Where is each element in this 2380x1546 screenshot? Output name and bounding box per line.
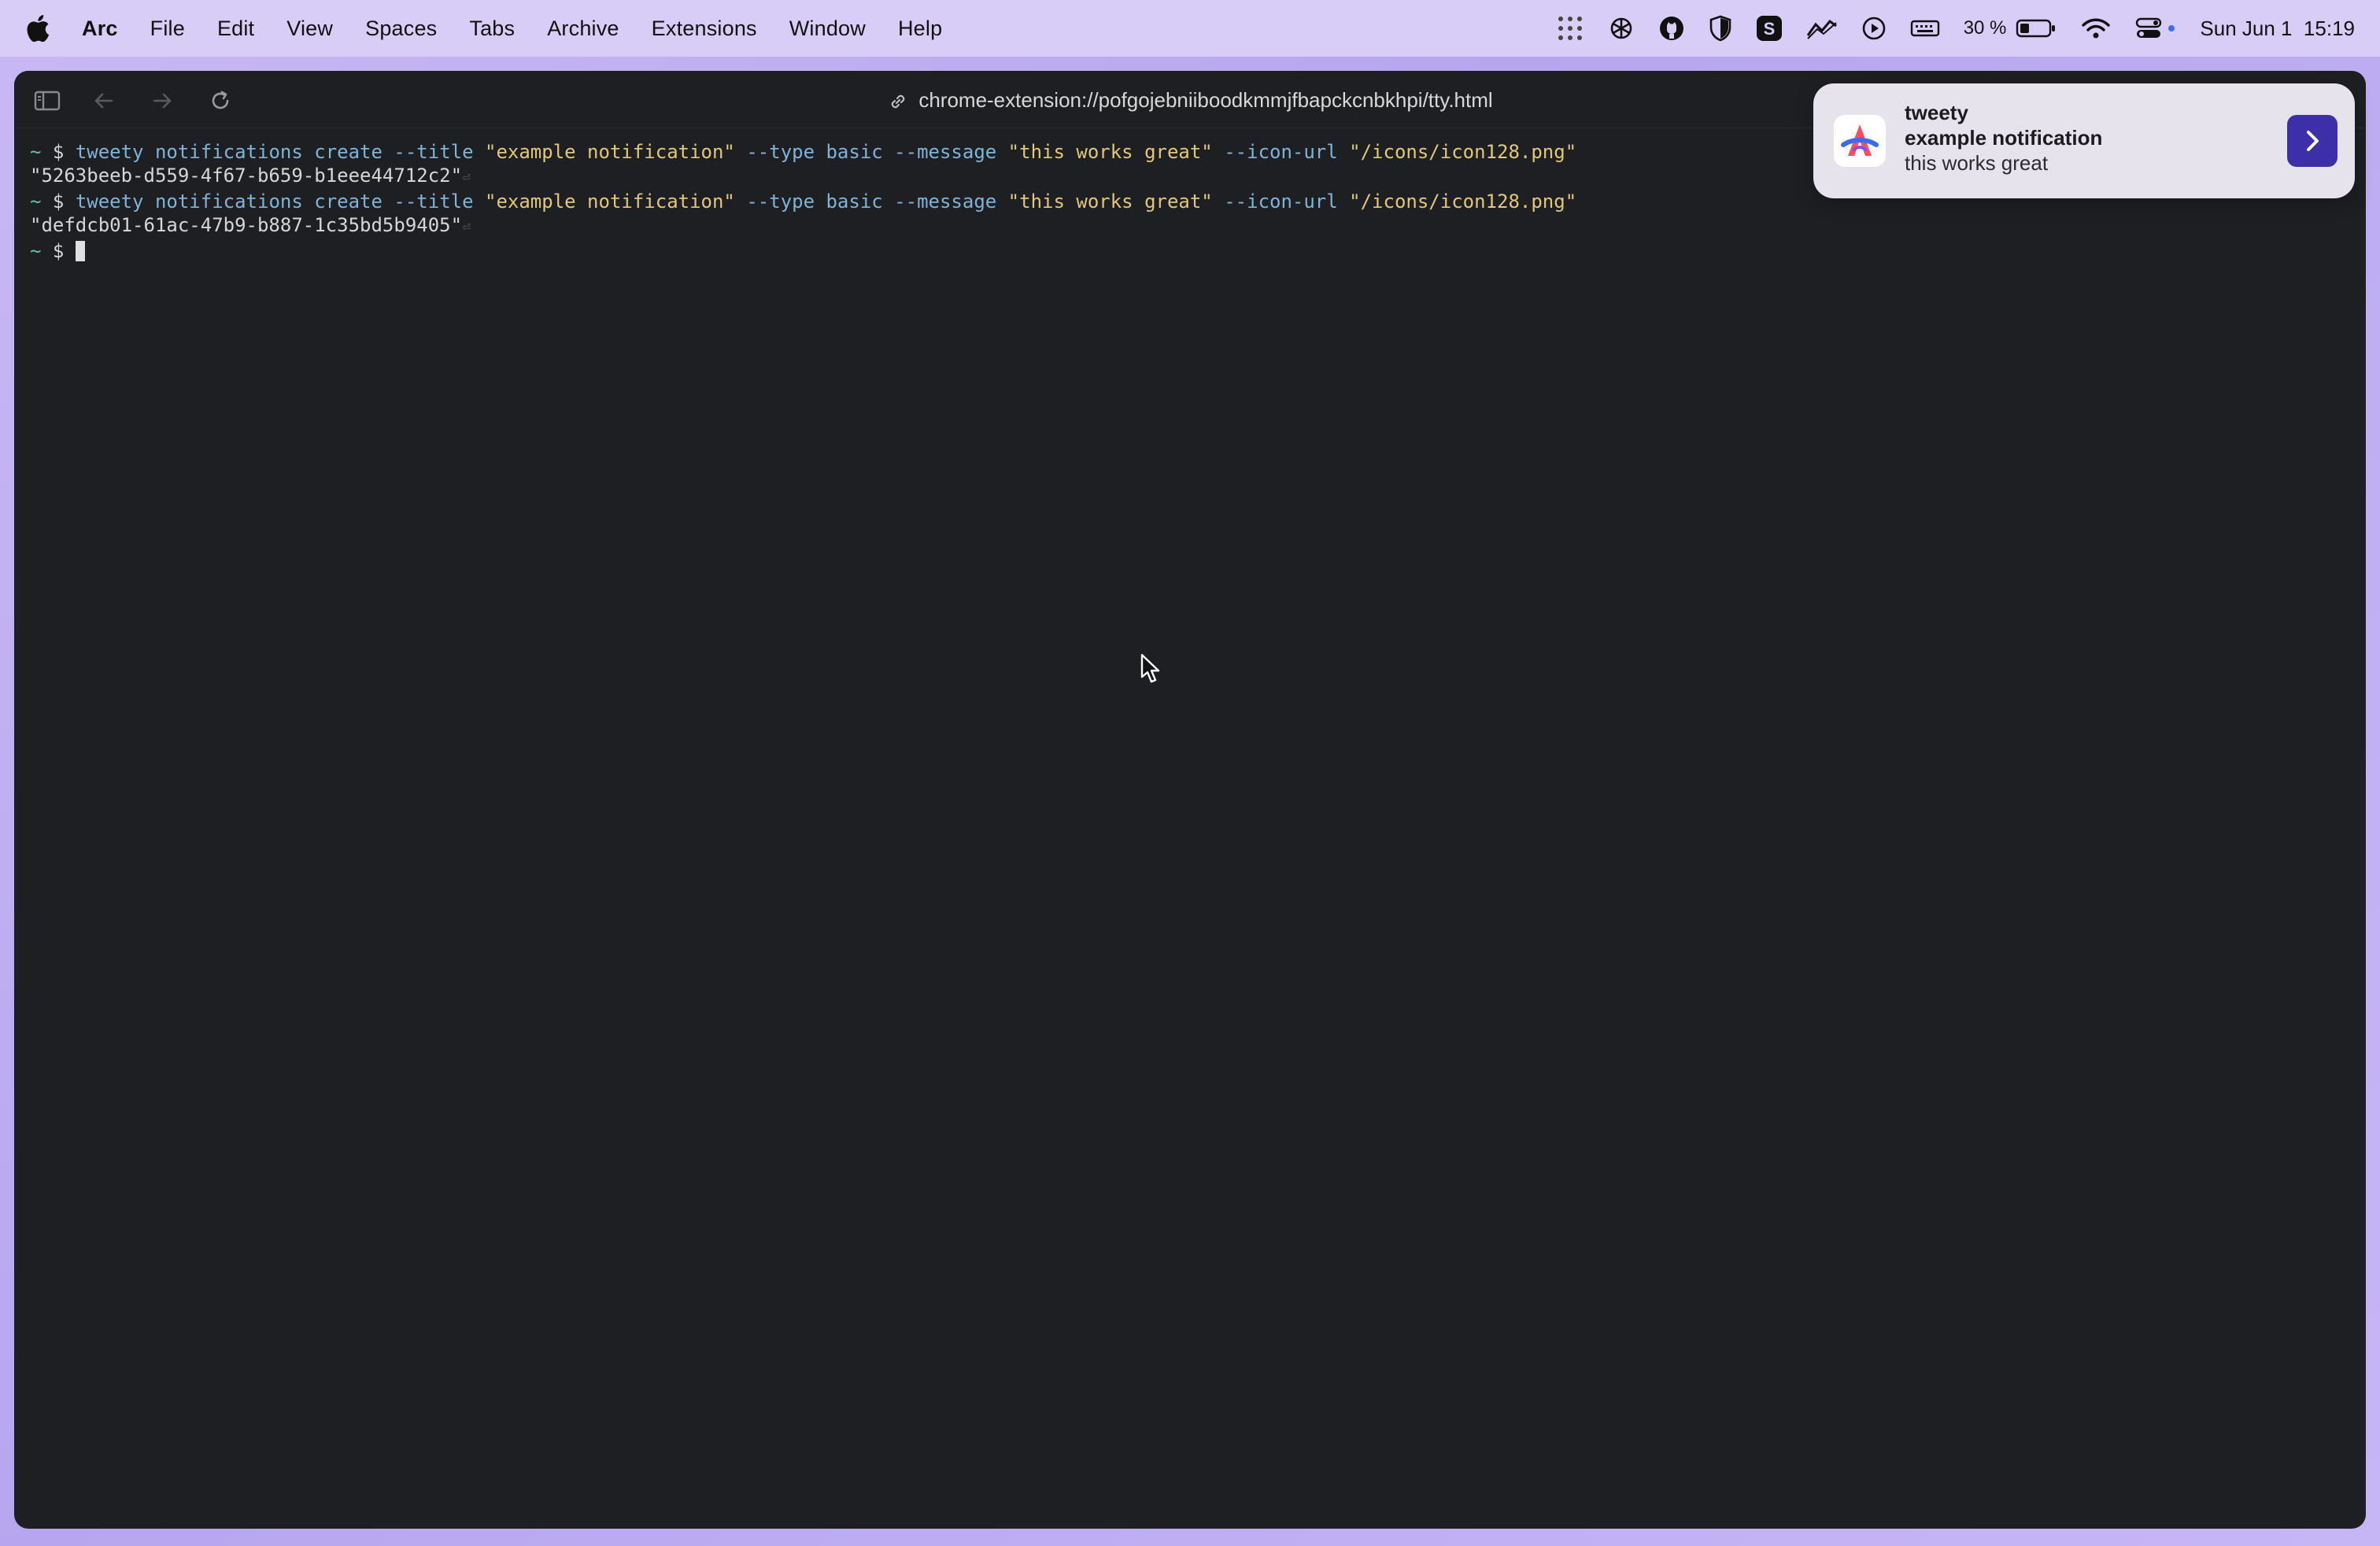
arg-string: "this works great" (1007, 141, 1213, 163)
notification-app-name: tweety (1905, 101, 1968, 124)
arg-string: "/icons/icon128.png" (1349, 141, 1577, 163)
openai-icon[interactable] (1608, 15, 1635, 42)
menu-edit[interactable]: Edit (217, 17, 254, 41)
battery-icon[interactable] (2016, 17, 2057, 39)
control-center-icon[interactable] (2135, 17, 2176, 40)
terminal-line-output-2: "defdcb01-61ac-47b9-b887-1c35bd5b9405"⏎ (30, 213, 2350, 239)
prompt-dollar: $ (52, 190, 76, 213)
arg-flag: --icon-url (1212, 190, 1350, 213)
return-glyph-icon: ⏎ (462, 219, 471, 235)
prompt-dollar: $ (52, 240, 76, 262)
s-app-icon[interactable]: S (1756, 15, 1783, 42)
link-icon (892, 94, 905, 109)
command-text: tweety notifications create --title (75, 190, 474, 213)
arg-flag: --type basic --message (734, 141, 1008, 163)
terminal-line-current[interactable]: ~ $ (30, 239, 2350, 263)
prompt-tilde: ~ (30, 190, 53, 213)
menu-datetime[interactable]: Sun Jun 1 15:19 (2200, 17, 2355, 41)
terminal-output[interactable]: ~ $ tweety notifications create --title … (30, 140, 2350, 1529)
mouse-cursor-icon (1140, 653, 1160, 683)
menu-app-name[interactable]: Arc (82, 17, 118, 41)
status-area: S 30 % Sun Jun 1 15:19 (1556, 0, 2355, 57)
battery-percent: 30 % (1963, 17, 2007, 39)
activity-icon[interactable] (1806, 17, 1838, 40)
wifi-icon[interactable] (2080, 17, 2112, 40)
menu-archive[interactable]: Archive (547, 17, 619, 41)
menu-spaces[interactable]: Spaces (365, 17, 437, 41)
notification-open-button[interactable] (2287, 115, 2338, 167)
arg-string: "/icons/icon128.png" (1349, 190, 1577, 213)
github-icon[interactable] (1658, 15, 1685, 42)
menu-extensions[interactable]: Extensions (652, 17, 757, 41)
apple-logo-icon[interactable] (24, 13, 50, 44)
grid-dots-icon[interactable] (1556, 14, 1584, 43)
notification-message: this works great (1905, 151, 2049, 175)
arg-string: "this works great" (1007, 190, 1213, 213)
url-text: chrome-extension://pofgojebniiboodkmmjfb… (918, 88, 1493, 112)
shield-icon[interactable] (1709, 15, 1732, 42)
arg-flag: --type basic --message (734, 190, 1008, 213)
menu-view[interactable]: View (286, 17, 333, 41)
notification-app-icon (1834, 115, 1886, 167)
menu-help[interactable]: Help (898, 17, 942, 41)
notification-title: example notification (1905, 126, 2103, 150)
arg-string: "example notification" (485, 141, 735, 163)
menu-tabs[interactable]: Tabs (469, 17, 515, 41)
menu-file[interactable]: File (150, 17, 185, 41)
keyboard-icon[interactable] (1910, 17, 1940, 39)
svg-text:S: S (1763, 19, 1775, 39)
prompt-tilde: ~ (30, 141, 53, 163)
arg-string: "example notification" (485, 190, 735, 213)
arg-flag: --icon-url (1212, 141, 1350, 163)
notification-banner[interactable]: tweety example notification this works g… (1813, 83, 2355, 198)
command-text: tweety notifications create --title (75, 141, 474, 163)
return-glyph-icon: ⏎ (462, 169, 471, 186)
tweety-logo-icon (1841, 124, 1879, 156)
prompt-dollar: $ (52, 141, 76, 163)
output-text: "5263beeb-d559-4f67-b659-b1eee44712c2" (30, 165, 463, 187)
prompt-tilde: ~ (30, 240, 53, 262)
terminal-cursor (75, 241, 85, 261)
play-circle-icon[interactable] (1861, 16, 1887, 41)
menu-bar: Arc File Edit View Spaces Tabs Archive E… (0, 0, 2380, 57)
chevron-right-icon (2307, 131, 2319, 151)
menu-window[interactable]: Window (789, 17, 866, 41)
output-text: "defdcb01-61ac-47b9-b887-1c35bd5b9405" (30, 214, 463, 236)
browser-window: chrome-extension://pofgojebniiboodkmmjfb… (14, 71, 2366, 1529)
